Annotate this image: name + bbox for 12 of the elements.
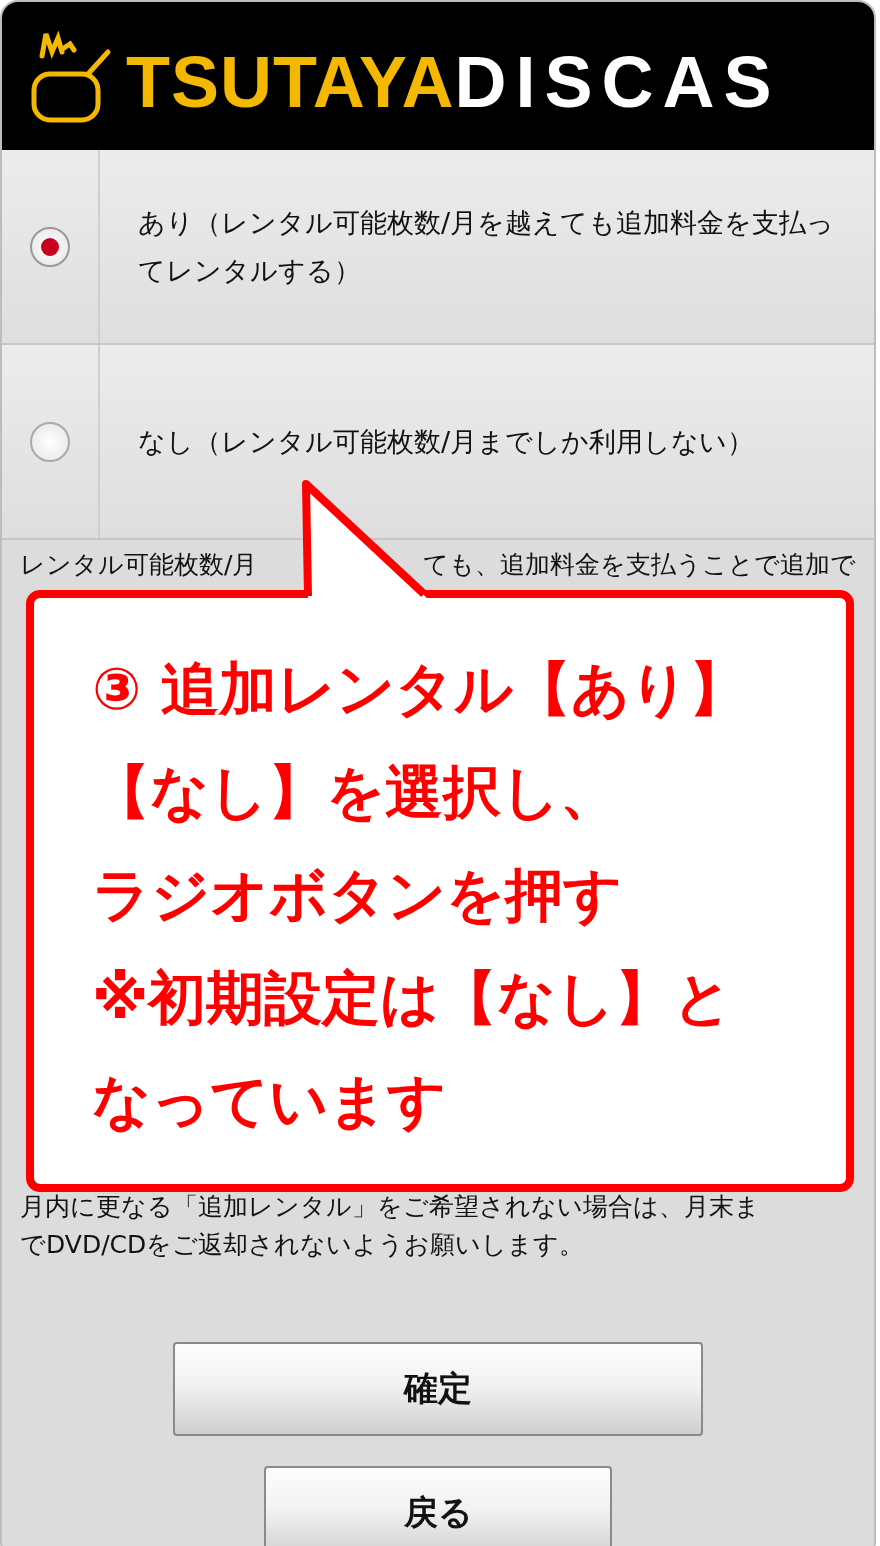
back-button[interactable]: 戻る <box>264 1466 612 1546</box>
notice-text: 月内に更なる「追加レンタル」をご希望されない場合は、月末ま <box>20 1191 761 1223</box>
radio-button[interactable] <box>30 421 70 462</box>
option-label: なし（レンタル可能枚数/月までしか利用しない） <box>137 424 756 459</box>
logo-wordmark: TSUTAYADISCAS <box>126 46 781 118</box>
notice-text: レンタル可能枚数/月 <box>20 549 258 581</box>
option-label: あり（レンタル可能枚数/月を越えても追加料金を支払ってレンタルする） <box>137 205 836 288</box>
callout-text: ③ 追加レンタル【あり】 【なし】を選択し、 ラジオボタンを押す ※初期設定は【なし】と なっています <box>92 654 748 1137</box>
confirm-button[interactable]: 確定 <box>173 1342 703 1436</box>
notice-text: でDVD/CDをご返却されないようお願いします。 <box>20 1229 586 1261</box>
notice-text: ても、追加料金を支払うことで追加で <box>423 549 856 581</box>
radio-button[interactable] <box>30 226 70 267</box>
